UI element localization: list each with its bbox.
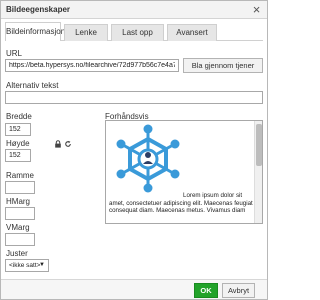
- organization-logo-image: [116, 124, 180, 193]
- url-input[interactable]: [5, 59, 179, 72]
- border-input[interactable]: [5, 181, 35, 194]
- url-label: URL: [6, 49, 23, 58]
- tab-advanced[interactable]: Avansert: [167, 24, 217, 41]
- align-select[interactable]: <ikke satt> ▼: [5, 259, 49, 272]
- vspace-label: VMarg: [6, 223, 30, 232]
- dialog-titlebar[interactable]: Bildeegenskaper ×: [1, 1, 267, 19]
- border-label: Ramme: [6, 171, 35, 180]
- tab-image-info[interactable]: Bildeinformasjon: [5, 22, 65, 41]
- preview-text-first-line: Lorem ipsum dolor sit: [183, 192, 243, 199]
- cancel-button[interactable]: Avbryt: [222, 283, 255, 298]
- alt-text-label: Alternativ tekst: [6, 81, 59, 90]
- tab-bar: Bildeinformasjon Lenke Last opp Avansert: [1, 22, 267, 41]
- image-properties-dialog: Bildeegenskaper × Bildeinformasjon Lenke…: [0, 0, 268, 300]
- chevron-down-icon: ▼: [39, 262, 45, 268]
- height-label: Høyde: [6, 139, 30, 148]
- dialog-footer: OK Avbryt: [1, 279, 267, 299]
- dialog-title: Bildeegenskaper: [6, 5, 71, 14]
- tab-upload[interactable]: Last opp: [111, 24, 164, 41]
- preview-pane[interactable]: Lorem ipsum dolor sit amet, consectetuer…: [105, 120, 263, 224]
- hspace-label: HMarg: [6, 197, 31, 206]
- align-selected-value: <ikke satt>: [9, 262, 41, 269]
- ok-button[interactable]: OK: [194, 283, 218, 298]
- align-label: Juster: [6, 249, 28, 258]
- preview-scrollbar[interactable]: [254, 121, 262, 223]
- vspace-input[interactable]: [5, 233, 35, 246]
- preview-scrollbar-thumb[interactable]: [256, 124, 262, 166]
- width-label: Bredde: [6, 112, 32, 121]
- close-icon[interactable]: ×: [250, 3, 263, 16]
- width-input[interactable]: [5, 123, 31, 136]
- tab-link[interactable]: Lenke: [64, 24, 108, 41]
- preview-text-rest: amet, consectetuer adipiscing elit. Maec…: [109, 199, 253, 215]
- browse-server-button[interactable]: Bla gjennom tjener: [183, 58, 263, 73]
- lock-icon[interactable]: [54, 140, 62, 148]
- hspace-input[interactable]: [5, 207, 35, 220]
- preview-sample-text: Lorem ipsum dolor sit amet, consectetuer…: [109, 192, 253, 215]
- height-input[interactable]: [5, 149, 31, 162]
- reset-icon[interactable]: [64, 140, 72, 148]
- alt-text-input[interactable]: [5, 91, 263, 104]
